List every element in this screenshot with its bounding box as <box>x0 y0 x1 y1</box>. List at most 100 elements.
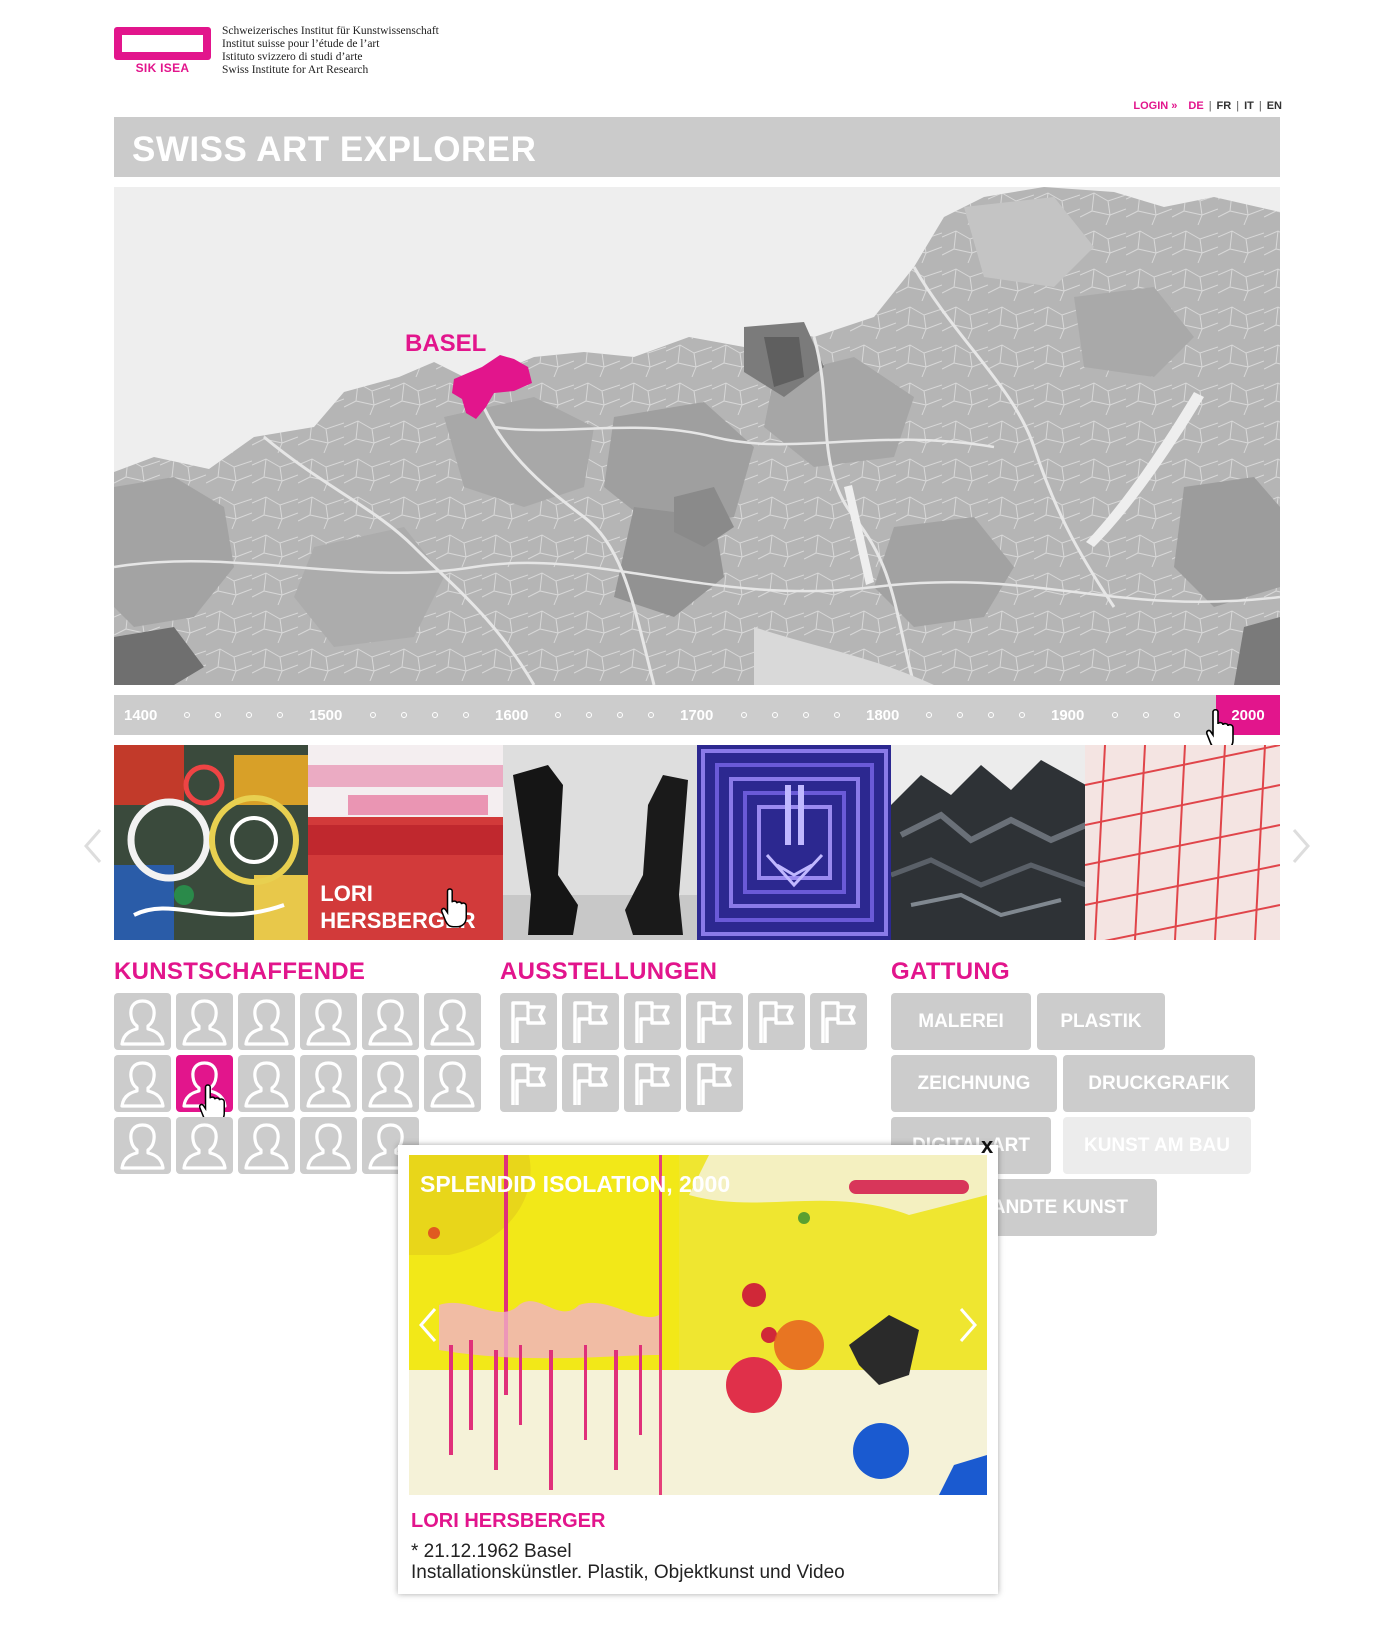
artist-person-button[interactable] <box>424 993 481 1050</box>
logo-text[interactable]: SIK ISEA <box>114 61 211 75</box>
timeline-dot[interactable] <box>988 712 994 718</box>
artist-person-button[interactable] <box>176 993 233 1050</box>
timeline-year-1400[interactable]: 1400 <box>124 707 157 724</box>
timeline-dot[interactable] <box>1019 712 1025 718</box>
popup-artwork-title: SPLENDID ISOLATION, 2000 <box>420 1171 731 1197</box>
timeline-dot[interactable] <box>555 712 561 718</box>
genre-button-plastik[interactable]: PLASTIK <box>1037 993 1165 1050</box>
artist-person-button[interactable] <box>300 1117 357 1174</box>
exhibition-flag-button[interactable] <box>686 1055 743 1112</box>
timeline-dot[interactable] <box>370 712 376 718</box>
artist-person-button[interactable] <box>176 1055 233 1124</box>
exhibition-flag-button[interactable] <box>500 993 557 1050</box>
timeline-dot[interactable] <box>463 712 469 718</box>
timeline-dot[interactable] <box>246 712 252 718</box>
artwork-thumbnail <box>891 745 1086 940</box>
gallery-tile-boots-sculpture[interactable] <box>502 745 697 940</box>
timeline-dot[interactable] <box>401 712 407 718</box>
artist-person-button[interactable] <box>176 1117 233 1174</box>
timeline-dot[interactable] <box>1174 712 1180 718</box>
popup-prev-arrow-icon[interactable] <box>417 1305 439 1345</box>
person-icon <box>244 999 289 1046</box>
artist-person-button[interactable] <box>238 1055 295 1112</box>
logo-mark[interactable] <box>114 27 211 60</box>
timeline-dot[interactable] <box>215 712 221 718</box>
exhibition-flag-button[interactable] <box>624 1055 681 1112</box>
lang-en[interactable]: EN <box>1267 100 1282 112</box>
gallery-tile-lori-hersberger[interactable]: LORI HERSBERGER <box>308 745 503 940</box>
artist-person-button[interactable] <box>114 993 171 1050</box>
artist-person-button[interactable] <box>300 1055 357 1112</box>
lang-it[interactable]: IT <box>1244 100 1254 112</box>
genre-button-zeichnung[interactable]: ZEICHNUNG <box>891 1055 1057 1112</box>
artist-person-button[interactable] <box>114 1055 171 1112</box>
artist-person-button[interactable] <box>362 993 419 1050</box>
popup-artist-name[interactable]: LORI HERSBERGER <box>411 1510 605 1533</box>
gallery-prev-arrow-icon[interactable] <box>82 826 104 866</box>
timeline-dot[interactable] <box>1143 712 1149 718</box>
switzerland-map[interactable]: BASEL <box>114 187 1280 685</box>
top-navigation: LOGIN » DE | FR | IT | EN <box>1133 100 1282 112</box>
gallery-tile-rubble-installation[interactable] <box>891 745 1086 940</box>
artist-person-button[interactable] <box>238 993 295 1050</box>
gallery-tile-op-art[interactable] <box>696 745 892 940</box>
artwork-gallery: LORI HERSBERGER <box>114 745 1280 940</box>
timeline-year-1500[interactable]: 1500 <box>309 707 342 724</box>
gallery-tile-red-lines[interactable] <box>1085 745 1280 940</box>
timeline-slider[interactable]: 1400 1500 1600 1700 1800 1900 2000 <box>114 695 1280 735</box>
lang-separator: | <box>1258 100 1262 112</box>
gallery-tile-abstract-painting[interactable] <box>114 745 309 940</box>
artist-person-button[interactable] <box>300 993 357 1050</box>
artist-person-button[interactable] <box>114 1117 171 1174</box>
timeline-dot[interactable] <box>741 712 747 718</box>
timeline-year-1600[interactable]: 1600 <box>495 707 528 724</box>
artwork-thumbnail <box>502 745 697 940</box>
exhibition-flag-button[interactable] <box>748 993 805 1050</box>
popup-artist-birth: * 21.12.1962 Basel <box>411 1541 572 1562</box>
genre-button-druckgrafik[interactable]: DRUCKGRAFIK <box>1063 1055 1255 1112</box>
exhibition-flag-button[interactable] <box>624 993 681 1050</box>
flag-icon <box>511 1063 546 1105</box>
timeline-dot[interactable] <box>432 712 438 718</box>
lang-fr[interactable]: FR <box>1217 100 1232 112</box>
timeline-dot[interactable] <box>957 712 963 718</box>
timeline-dot[interactable] <box>772 712 778 718</box>
exhibition-flag-button[interactable] <box>500 1055 557 1112</box>
timeline-dot[interactable] <box>586 712 592 718</box>
artist-person-button[interactable] <box>362 1055 419 1112</box>
title-bar: SWISS ART EXPLORER <box>114 117 1280 177</box>
timeline-year-1900[interactable]: 1900 <box>1051 707 1084 724</box>
exhibition-flag-button[interactable] <box>686 993 743 1050</box>
flag-icon <box>511 1001 546 1043</box>
gallery-next-arrow-icon[interactable] <box>1290 826 1312 866</box>
timeline-year-1700[interactable]: 1700 <box>680 707 713 724</box>
popup-next-arrow-icon[interactable] <box>957 1305 979 1345</box>
timeline-dot[interactable] <box>803 712 809 718</box>
timeline-dot[interactable] <box>277 712 283 718</box>
map-graphic[interactable] <box>114 187 1280 685</box>
timeline-dot[interactable] <box>834 712 840 718</box>
person-icon <box>182 1123 227 1170</box>
artist-person-button[interactable] <box>238 1117 295 1174</box>
person-icon <box>368 1061 413 1108</box>
lang-de[interactable]: DE <box>1188 100 1203 112</box>
timeline-year-1800[interactable]: 1800 <box>866 707 899 724</box>
artwork-popup: x SPLENDID ISOLATION, 2000 LORI HERSBERG… <box>398 1133 998 1594</box>
timeline-dot[interactable] <box>926 712 932 718</box>
genre-section-title: GATTUNG <box>891 958 1010 985</box>
exhibition-flag-button[interactable] <box>810 993 867 1050</box>
genre-button-kunst-am-bau[interactable]: KUNST AM BAU <box>1063 1117 1251 1174</box>
timeline-dot[interactable] <box>648 712 654 718</box>
artist-person-button[interactable] <box>424 1055 481 1112</box>
exhibition-flag-button[interactable] <box>562 993 619 1050</box>
timeline-dot[interactable] <box>617 712 623 718</box>
login-link[interactable]: LOGIN » <box>1133 100 1177 112</box>
timeline-dot[interactable] <box>184 712 190 718</box>
exhibition-flag-button[interactable] <box>562 1055 619 1112</box>
popup-artwork-image[interactable]: SPLENDID ISOLATION, 2000 <box>409 1155 987 1495</box>
map-city-label[interactable]: BASEL <box>405 330 486 358</box>
timeline-dot[interactable] <box>1112 712 1118 718</box>
genre-button-malerei[interactable]: MALEREI <box>891 993 1031 1050</box>
person-icon <box>306 1123 351 1170</box>
flag-icon <box>635 1001 670 1043</box>
